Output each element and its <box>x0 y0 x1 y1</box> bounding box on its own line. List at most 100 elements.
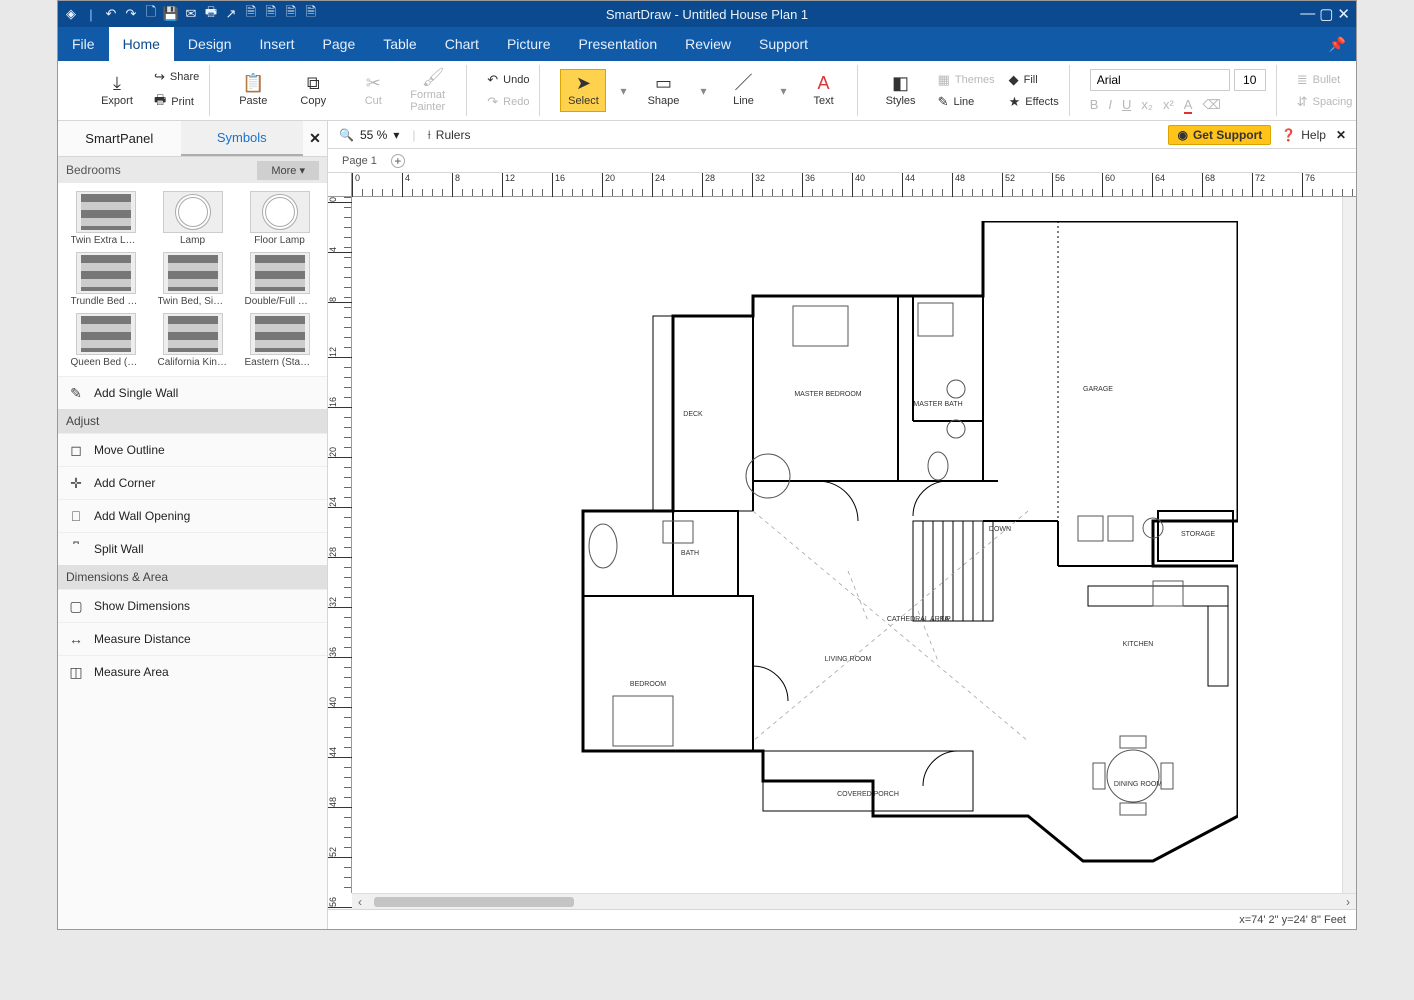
line-style-button[interactable]: ✎Line <box>938 94 995 110</box>
menu-table[interactable]: Table <box>369 27 430 61</box>
line-dropdown-icon[interactable]: ▾ <box>781 84 787 98</box>
effects-button[interactable]: ★Effects <box>1009 94 1059 110</box>
symbol-item[interactable]: California King... <box>151 313 234 368</box>
zoom-control[interactable]: 🔍 55 % ▾ <box>338 127 400 143</box>
mail-icon[interactable]: ✉ <box>182 5 200 23</box>
format-painter-button[interactable]: 🖌 Format Painter <box>410 68 456 113</box>
symbol-item[interactable]: Double/Full Be... <box>238 252 321 307</box>
pin-ribbon-icon[interactable]: 📌 <box>1319 27 1356 61</box>
bullet-button[interactable]: ≣Bullet <box>1297 72 1353 88</box>
symbol-item[interactable]: Twin Extra Lon... <box>64 191 147 246</box>
adjust-action[interactable]: ⎕Add Wall Opening <box>58 499 327 532</box>
italic-button[interactable]: I <box>1108 97 1112 113</box>
app-logo-icon[interactable]: ◈ <box>62 5 80 23</box>
line-tool-button[interactable]: ／ Line <box>721 74 767 107</box>
redo-button[interactable]: ↷Redo <box>487 94 529 110</box>
subscript-button[interactable]: x₂ <box>1141 97 1153 113</box>
adjust-action[interactable]: ⎴Split Wall <box>58 532 327 565</box>
cut-button[interactable]: ✂ Cut <box>350 74 396 107</box>
dimension-action[interactable]: ◫Measure Area <box>58 655 327 688</box>
symbol-item[interactable]: Floor Lamp <box>238 191 321 246</box>
new-icon[interactable]: 🗋 <box>142 5 160 23</box>
scrollbar-thumb[interactable] <box>374 897 574 907</box>
themes-button[interactable]: ▦Themes <box>938 72 995 88</box>
font-size-input[interactable] <box>1234 69 1266 91</box>
drawing-area[interactable]: 0481216202428323640444852566064687276 04… <box>328 173 1356 909</box>
help-button[interactable]: ❓Help <box>1281 128 1326 142</box>
spacing-button[interactable]: ⇵Spacing <box>1297 94 1353 110</box>
select-tool-button[interactable]: ➤ Select <box>560 69 606 112</box>
save-icon[interactable]: 💾 <box>162 5 180 23</box>
symbol-item[interactable]: Twin Bed, Singl... <box>151 252 234 307</box>
floor-plan[interactable]: DECK MASTER BEDROOM MASTER BATH GARAGE S… <box>518 221 1238 881</box>
styles-button[interactable]: ◧ Styles <box>878 74 924 107</box>
get-support-button[interactable]: ◉ Get Support <box>1168 125 1271 145</box>
action-icon: ⎕ <box>68 508 84 524</box>
more-symbols-button[interactable]: More ▾ <box>257 161 319 180</box>
export-button[interactable]: ⤓ Export <box>94 74 140 107</box>
superscript-button[interactable]: x² <box>1163 97 1174 113</box>
undo-button[interactable]: ↶Undo <box>487 72 529 88</box>
tab-smartpanel[interactable]: SmartPanel <box>58 121 181 156</box>
symbol-item[interactable]: Trundle Bed (D... <box>64 252 147 307</box>
menu-review[interactable]: Review <box>671 27 745 61</box>
symbol-item[interactable]: Lamp <box>151 191 234 246</box>
side-tabs: SmartPanel Symbols ✕ <box>58 121 327 157</box>
horizontal-scrollbar[interactable]: ‹› <box>352 893 1356 909</box>
undo-icon[interactable]: ↶ <box>102 5 120 23</box>
menu-picture[interactable]: Picture <box>493 27 565 61</box>
adjust-action[interactable]: ◻Move Outline <box>58 433 327 466</box>
shape-tool-button[interactable]: ▭ Shape <box>641 74 687 107</box>
page-tabs: Page 1 + <box>328 149 1356 173</box>
text-tool-button[interactable]: A Text <box>801 74 847 107</box>
menu-insert[interactable]: Insert <box>246 27 309 61</box>
bold-button[interactable]: B <box>1090 97 1099 113</box>
font-color-button[interactable]: A <box>1184 97 1193 113</box>
share-button[interactable]: ↪Share <box>154 69 199 85</box>
print-button[interactable]: 🖶Print <box>154 91 199 113</box>
font-name-input[interactable] <box>1090 69 1230 91</box>
symbol-category-bar: Bedrooms More ▾ <box>58 157 327 183</box>
symbol-item[interactable]: Queen Bed (60... <box>64 313 147 368</box>
print-icon[interactable]: 🖶 <box>202 5 220 23</box>
export-icon: ⤓ <box>113 74 121 92</box>
export-excel-icon[interactable]: 🗎 <box>282 5 300 23</box>
help-close-icon[interactable]: ✕ <box>1336 128 1346 142</box>
fill-button[interactable]: ◆Fill <box>1009 72 1059 88</box>
clear-format-button[interactable]: ⌫ <box>1202 97 1220 113</box>
minimize-button[interactable]: — <box>1300 5 1315 23</box>
dimension-action[interactable]: ▢Show Dimensions <box>58 589 327 622</box>
export-word-icon[interactable]: 🗎 <box>262 5 280 23</box>
vertical-scrollbar[interactable] <box>1342 197 1356 893</box>
add-page-button[interactable]: + <box>391 154 405 168</box>
adjust-action[interactable]: ✛Add Corner <box>58 466 327 499</box>
side-close-button[interactable]: ✕ <box>303 121 327 156</box>
paste-button[interactable]: 📋 Paste <box>230 74 276 107</box>
tab-symbols[interactable]: Symbols <box>181 121 304 156</box>
menu-page[interactable]: Page <box>309 27 370 61</box>
page-canvas[interactable]: DECK MASTER BEDROOM MASTER BATH GARAGE S… <box>368 201 1352 891</box>
fill-icon: ◆ <box>1009 72 1019 88</box>
menu-presentation[interactable]: Presentation <box>565 27 672 61</box>
menu-file[interactable]: File <box>58 27 109 61</box>
select-dropdown-icon[interactable]: ▾ <box>620 84 626 98</box>
maximize-button[interactable]: ▢ <box>1319 5 1333 23</box>
underline-button[interactable]: U <box>1122 97 1131 113</box>
menu-home[interactable]: Home <box>109 27 174 61</box>
copy-button[interactable]: ⧉ Copy <box>290 74 336 107</box>
shape-dropdown-icon[interactable]: ▾ <box>701 84 707 98</box>
menu-support[interactable]: Support <box>745 27 822 61</box>
export-pdf-icon[interactable]: 🗎 <box>242 5 260 23</box>
redo-icon[interactable]: ↷ <box>122 5 140 23</box>
close-button[interactable]: ✕ <box>1337 5 1350 23</box>
cursor-coords: x=74' 2" y=24' 8" Feet <box>1239 914 1346 926</box>
page-tab-1[interactable]: Page 1 <box>342 155 377 167</box>
symbol-item[interactable]: Eastern (Stand... <box>238 313 321 368</box>
rulers-toggle[interactable]: ⟊Rulers <box>427 127 470 143</box>
dimension-action[interactable]: ↔Measure Distance <box>58 622 327 655</box>
add-single-wall-button[interactable]: ✎ Add Single Wall <box>58 376 327 409</box>
export-ppt-icon[interactable]: 🗎 <box>302 5 320 23</box>
menu-chart[interactable]: Chart <box>431 27 493 61</box>
share-icon[interactable]: ↗ <box>222 5 240 23</box>
menu-design[interactable]: Design <box>174 27 246 61</box>
